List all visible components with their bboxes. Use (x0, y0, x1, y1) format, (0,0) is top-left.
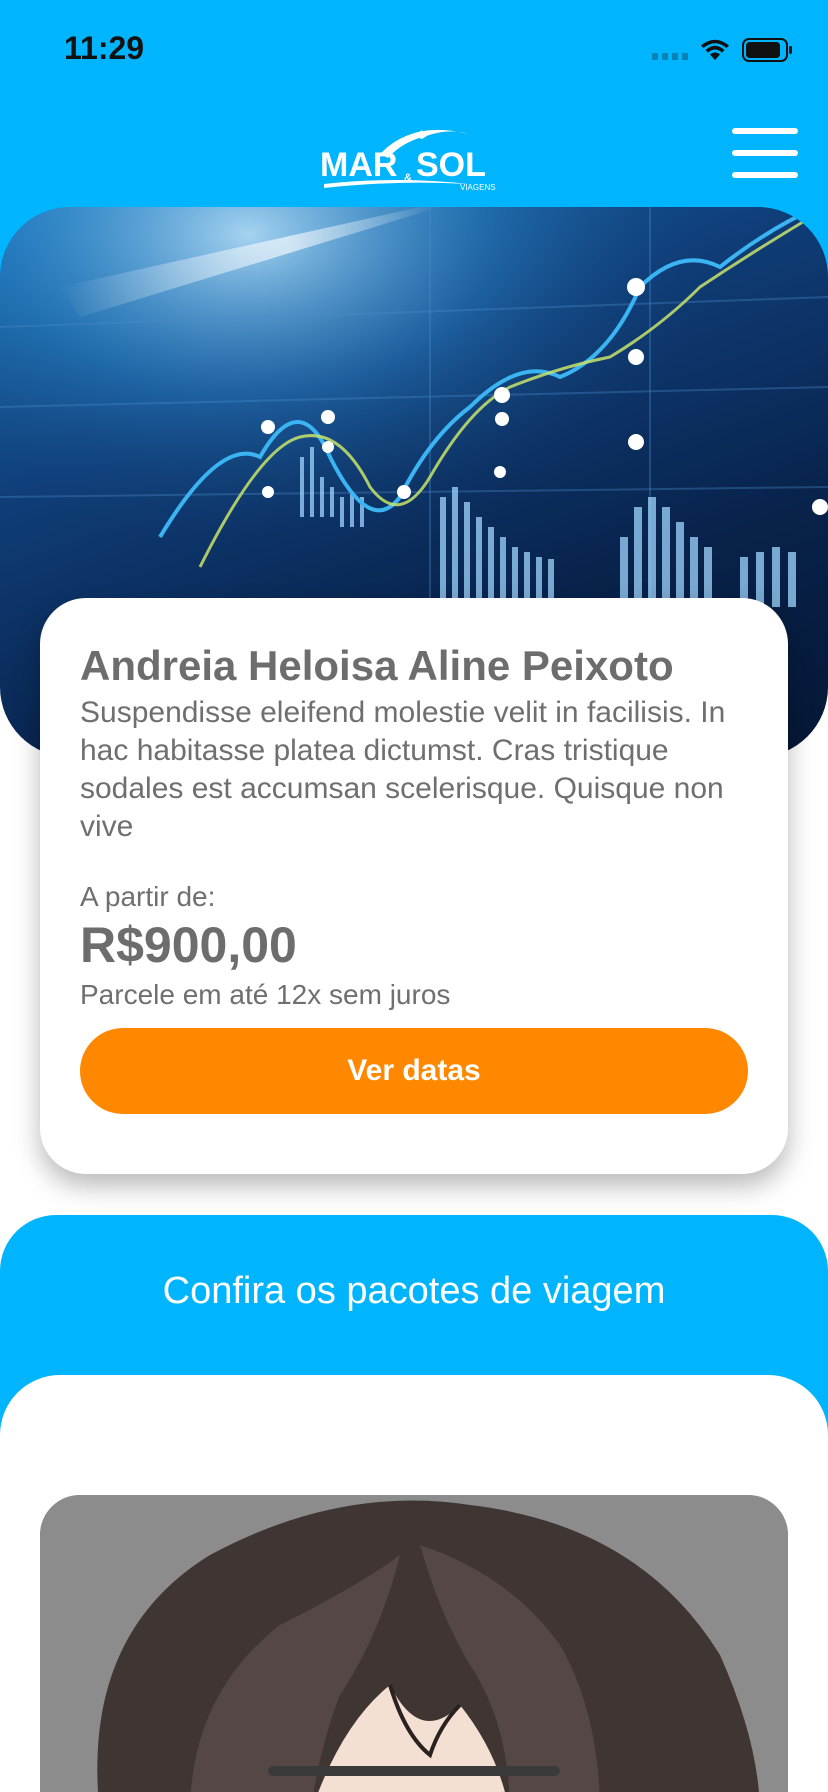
package-price: R$900,00 (80, 917, 297, 973)
avatar-illustration (40, 1495, 788, 1792)
package-card-image[interactable] (40, 1495, 788, 1792)
status-icons (652, 36, 794, 64)
logo-subtext: VIAGENS (460, 183, 496, 192)
brand-logo[interactable]: MAR & SOL VIAGENS (318, 118, 508, 194)
home-indicator (268, 1766, 560, 1776)
price-from-label: A partir de: (80, 881, 216, 912)
installments-text: Parcele em até 12x sem juros (80, 979, 451, 1010)
cellular-signal-icon (652, 40, 688, 60)
logo-text-left: MAR (320, 146, 397, 184)
packages-section-title: Confira os pacotes de viagem (162, 1270, 666, 1312)
package-description: Suspendisse eleifend molestie velit in f… (80, 696, 726, 843)
status-bar: 11:29 (0, 0, 828, 100)
hamburger-menu-icon[interactable] (732, 128, 798, 178)
battery-icon (742, 38, 792, 62)
see-dates-button[interactable]: Ver datas (80, 1028, 748, 1114)
wifi-icon (701, 39, 729, 60)
package-title: Andreia Heloisa Aline Peixoto (80, 642, 674, 689)
logo-text-right: SOL (416, 146, 486, 184)
featured-package-card: Andreia Heloisa Aline Peixoto Suspendiss… (40, 598, 788, 1174)
status-time: 11:29 (64, 30, 145, 66)
